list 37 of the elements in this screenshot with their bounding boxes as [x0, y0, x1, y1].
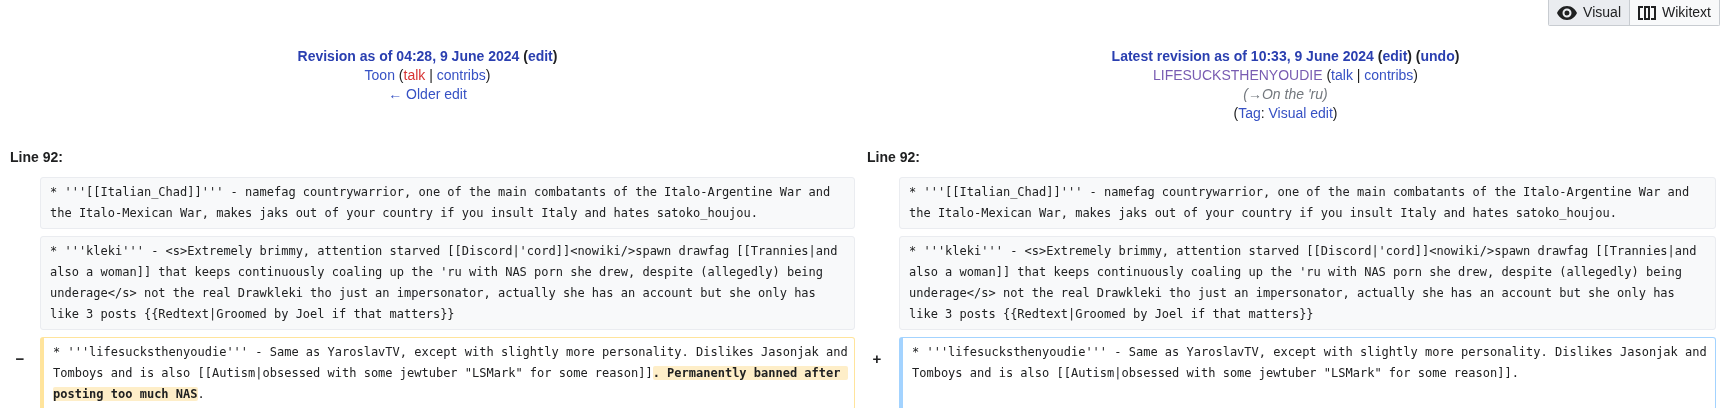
eye-icon — [1557, 5, 1578, 20]
brackets-icon — [1638, 5, 1656, 20]
separator-text: ) — [552, 48, 558, 64]
separator-text: ) — [485, 67, 491, 83]
link[interactable]: contribs — [1364, 67, 1414, 83]
revision-link[interactable]: Latest revision as of 10:33, 9 June 2024 — [1111, 48, 1374, 64]
link[interactable]: talk — [403, 67, 426, 83]
revision-link[interactable]: edit — [1382, 48, 1408, 64]
edit-summary: (→On the 'ru) — [1243, 86, 1328, 102]
line-number-label: Line 92: — [10, 148, 63, 167]
separator-text: ( — [522, 48, 528, 64]
separator-text: ) — [1413, 67, 1419, 83]
view-toggle-button[interactable]: Visual — [1549, 0, 1629, 25]
separator-text: ) — [1332, 105, 1338, 121]
separator-text: ( — [1233, 105, 1239, 121]
view-toggle-button[interactable]: Wikitext — [1629, 0, 1719, 25]
link[interactable]: LIFESUCKSTHENYOUDIE — [1152, 67, 1323, 83]
added-line-marker: + — [872, 351, 882, 366]
revision-link[interactable]: Revision as of 04:28, 9 June 2024 — [297, 48, 520, 64]
link[interactable]: ← Older edit — [388, 86, 467, 102]
separator-text: ) ( — [1407, 48, 1421, 64]
separator-text: ( — [1325, 67, 1332, 83]
separator-text: : — [1260, 105, 1266, 121]
line-number-label: Line 92: — [867, 148, 920, 167]
revision-link[interactable]: edit — [527, 48, 553, 64]
link[interactable]: contribs — [436, 67, 486, 83]
deleted-line-marker: − — [15, 351, 25, 366]
separator-text: | — [1355, 67, 1362, 83]
separator-text: ) — [1454, 48, 1460, 64]
revision-link[interactable]: undo — [1420, 48, 1455, 64]
separator-text: | — [428, 67, 434, 83]
separator-text: ( — [1376, 48, 1383, 64]
link[interactable]: talk — [1331, 67, 1353, 83]
link[interactable]: Toon — [364, 67, 395, 83]
link[interactable]: Tag — [1238, 105, 1261, 121]
link[interactable]: Visual edit — [1268, 105, 1333, 121]
separator-text: ( — [397, 67, 404, 83]
